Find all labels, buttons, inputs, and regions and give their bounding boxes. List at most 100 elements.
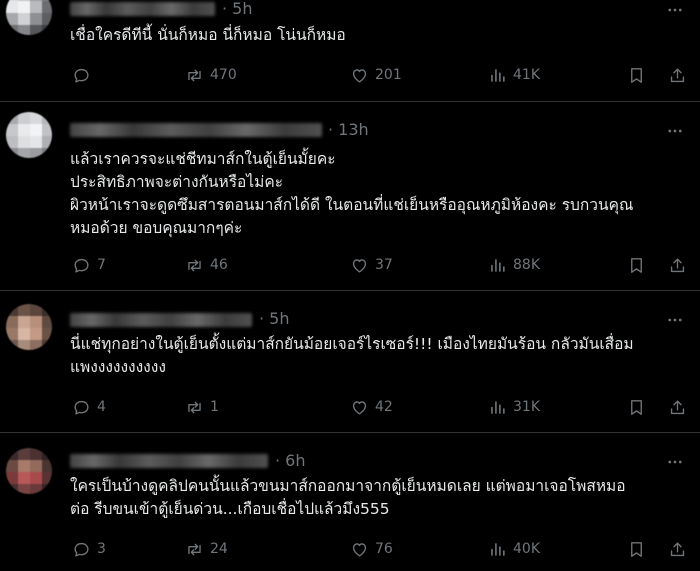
like-count: 37 — [375, 257, 393, 273]
action-bar: 3 24 76 40K — [70, 538, 690, 560]
like-count: 76 — [375, 541, 393, 557]
timestamp-text: 13h — [338, 120, 369, 139]
reply-item[interactable]: · 13h แล้วเราควรจะแช่ชีทมาส์กในตู้เย็นมั… — [0, 102, 700, 291]
reply-item[interactable]: · 5h เชื่อใครดีทีนี้ นั่นก็หมอ นี่ก็หมอ … — [0, 0, 700, 102]
avatar[interactable] — [6, 448, 52, 494]
author-name-redacted[interactable] — [70, 313, 252, 327]
reply-button[interactable]: 4 — [72, 396, 106, 418]
ellipsis-icon[interactable] — [666, 311, 684, 329]
share-upload-icon — [670, 399, 685, 414]
speech-bubble-icon — [74, 258, 89, 273]
reply-count: 4 — [97, 399, 106, 415]
reply-text-line: ใครเป็นบ้างดูคลิปคนนั้นแล้วขนมาส์กออกมาจ… — [70, 477, 626, 495]
repost-button[interactable]: 46 — [185, 254, 228, 276]
share-button[interactable] — [668, 254, 687, 276]
like-button[interactable]: 37 — [350, 254, 393, 276]
reply-text-line: เชื่อใครดีทีนี้ นั่นก็หมอ นี่ก็หมอ โน่นก… — [70, 26, 346, 44]
repost-count: 24 — [210, 541, 228, 557]
reply-count: 7 — [97, 257, 106, 273]
repost-button[interactable]: 1 — [185, 396, 219, 418]
author-name-redacted[interactable] — [70, 2, 215, 16]
author-name-redacted[interactable] — [70, 123, 322, 137]
heart-icon — [352, 400, 367, 415]
share-upload-icon — [670, 541, 685, 556]
bar-chart-icon — [491, 68, 505, 82]
share-upload-icon — [670, 257, 685, 272]
bookmark-icon — [631, 541, 642, 557]
post-timestamp[interactable]: · 13h — [328, 120, 369, 139]
speech-bubble-icon — [74, 542, 89, 557]
reply-text-line: ผิวหน้าเราจะดูดซึมสารตอนมาส์กได้ดี ในตอน… — [70, 196, 634, 214]
reply-feed: · 5h เชื่อใครดีทีนี้ นั่นก็หมอ นี่ก็หมอ … — [0, 0, 700, 571]
repost-count: 1 — [210, 399, 219, 415]
like-button[interactable]: 76 — [350, 538, 393, 560]
bookmark-button[interactable] — [627, 396, 646, 418]
reply-text: แล้วเราควรจะแช่ชีทมาส์กในตู้เย็นมั้ยคะ ป… — [70, 148, 685, 240]
share-button[interactable] — [668, 538, 687, 560]
reply-text: ใครเป็นบ้างดูคลิปคนนั้นแล้วขนมาส์กออกมาจ… — [70, 475, 685, 521]
speech-bubble-icon — [74, 400, 89, 415]
post-timestamp[interactable]: · 6h — [275, 451, 306, 470]
bookmark-button[interactable] — [627, 64, 646, 86]
post-timestamp[interactable]: · 5h — [259, 309, 290, 328]
share-button[interactable] — [668, 64, 687, 86]
share-upload-icon — [670, 67, 685, 82]
timestamp-text: 5h — [232, 0, 253, 18]
ellipsis-icon[interactable] — [666, 1, 684, 19]
avatar[interactable] — [6, 0, 52, 35]
view-count: 41K — [513, 67, 540, 83]
repost-arrows-icon — [188, 543, 201, 555]
bookmark-icon — [631, 67, 642, 83]
views-button[interactable]: 41K — [488, 64, 540, 86]
bookmark-icon — [631, 257, 642, 273]
timestamp-text: 6h — [285, 451, 306, 470]
views-button[interactable]: 88K — [488, 254, 540, 276]
views-button[interactable]: 31K — [488, 396, 540, 418]
bar-chart-icon — [491, 258, 505, 272]
ellipsis-icon[interactable] — [666, 122, 684, 140]
ellipsis-icon[interactable] — [666, 453, 684, 471]
speech-bubble-icon — [74, 68, 89, 83]
action-bar: 7 46 37 88K — [70, 254, 690, 276]
reply-button[interactable]: 7 — [72, 254, 106, 276]
heart-icon — [352, 542, 367, 557]
view-count: 40K — [513, 541, 540, 557]
post-timestamp[interactable]: · 5h — [222, 0, 253, 18]
repost-button[interactable]: 24 — [185, 538, 228, 560]
repost-arrows-icon — [188, 401, 201, 413]
bar-chart-icon — [491, 400, 505, 414]
avatar[interactable] — [6, 112, 52, 158]
repost-button[interactable]: 470 — [185, 64, 237, 86]
avatar[interactable] — [6, 304, 52, 350]
like-button[interactable]: 42 — [350, 396, 393, 418]
bookmark-button[interactable] — [627, 538, 646, 560]
repost-arrows-icon — [188, 259, 201, 271]
reply-text-line: ประสิทธิภาพจะต่างกันหรือไม่คะ — [70, 173, 284, 191]
view-count: 88K — [513, 257, 540, 273]
reply-item[interactable]: · 5h นี่แช่ทุกอย่างในตู้เย็นตั้งแต่มาส์ก… — [0, 291, 700, 433]
action-bar: 470 201 41K — [70, 64, 690, 86]
repost-count: 46 — [210, 257, 228, 273]
repost-count: 470 — [210, 67, 237, 83]
views-button[interactable]: 40K — [488, 538, 540, 560]
bookmark-button[interactable] — [627, 254, 646, 276]
bar-chart-icon — [491, 542, 505, 556]
view-count: 31K — [513, 399, 540, 415]
reply-text: เชื่อใครดีทีนี้ นั่นก็หมอ นี่ก็หมอ โน่นก… — [70, 24, 685, 47]
heart-icon — [352, 258, 367, 273]
author-name-redacted[interactable] — [70, 454, 268, 468]
share-button[interactable] — [668, 396, 687, 418]
like-count: 201 — [375, 67, 402, 83]
reply-button[interactable]: 3 — [72, 538, 106, 560]
like-button[interactable]: 201 — [350, 64, 402, 86]
reply-text-line: แล้วเราควรจะแช่ชีทมาส์กในตู้เย็นมั้ยคะ — [70, 150, 336, 168]
reply-text-line: ต่อ รีบขนเข้าตู้เย็นด่วน...เกือบเชื่อไปแ… — [70, 500, 390, 518]
reply-count: 3 — [97, 541, 106, 557]
reply-text: นี่แช่ทุกอย่างในตู้เย็นตั้งแต่มาส์กยันม้… — [70, 333, 685, 379]
reply-item[interactable]: · 6h ใครเป็นบ้างดูคลิปคนนั้นแล้วขนมาส์กอ… — [0, 433, 700, 571]
reply-text-line: นี่แช่ทุกอย่างในตู้เย็นตั้งแต่มาส์กยันม้… — [70, 335, 634, 353]
bookmark-icon — [631, 399, 642, 415]
reply-text-line: แพงงงงงงงงงง — [70, 358, 166, 376]
reply-button[interactable] — [72, 64, 97, 86]
repost-arrows-icon — [188, 69, 201, 81]
